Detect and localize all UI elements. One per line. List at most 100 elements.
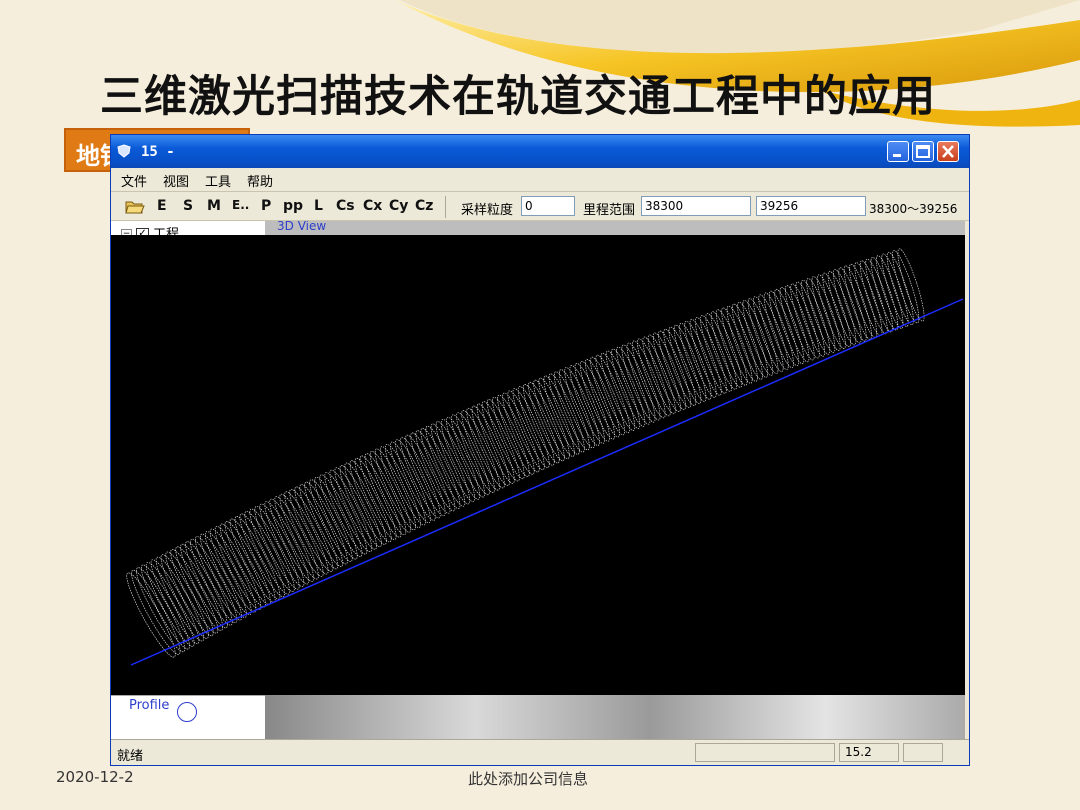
profile-circle-icon bbox=[177, 702, 197, 722]
tunnel-ring bbox=[689, 318, 722, 396]
tunnel-ring bbox=[461, 410, 500, 491]
tunnel-ring bbox=[694, 317, 727, 394]
menu-help[interactable]: 帮助 bbox=[247, 171, 273, 190]
tool-cz[interactable]: Cz bbox=[415, 198, 433, 214]
tool-cy[interactable]: Cy bbox=[389, 198, 408, 214]
tunnel-ring bbox=[833, 269, 862, 344]
app-shield-icon bbox=[117, 144, 131, 158]
tunnel-ring bbox=[415, 430, 456, 512]
slide-title: 三维激光扫描技术在轨道交通工程中的应用 bbox=[100, 72, 936, 122]
close-icon bbox=[942, 145, 954, 158]
tunnel-ring bbox=[849, 263, 878, 338]
alignment-axis-line bbox=[130, 298, 964, 666]
tunnel-ring bbox=[229, 518, 276, 603]
tunnel-ring bbox=[811, 276, 841, 351]
tunnel-ring bbox=[466, 407, 505, 489]
view-label: 3D View bbox=[277, 221, 327, 233]
tunnel-ring bbox=[239, 513, 286, 598]
tunnel-ring bbox=[369, 450, 412, 533]
open-folder-icon[interactable] bbox=[125, 197, 145, 215]
mileage-start-input[interactable]: 38300 bbox=[641, 196, 751, 216]
minimize-icon bbox=[893, 154, 901, 157]
tunnel-ring bbox=[710, 311, 743, 388]
tunnel-ring bbox=[684, 320, 717, 398]
tunnel-ring bbox=[456, 412, 495, 493]
tunnel-ring bbox=[632, 340, 666, 419]
footer-date: 2020-12-2 bbox=[56, 768, 134, 786]
tunnel-ring bbox=[294, 486, 339, 570]
sampling-label: 采样粒度 bbox=[461, 203, 514, 218]
3d-viewport[interactable] bbox=[111, 235, 965, 695]
toolbar: E S M E.. P pp L Cs Cx Cy Cz 采样粒度 0 里程范围… bbox=[111, 191, 969, 221]
tunnel-ring bbox=[180, 543, 228, 629]
sampling-input[interactable]: 0 bbox=[521, 196, 575, 216]
tunnel-ring bbox=[354, 457, 397, 540]
status-cell bbox=[695, 743, 835, 762]
tunnel-ring bbox=[801, 279, 831, 355]
tunnel-ring bbox=[446, 416, 485, 498]
tunnel-ring bbox=[334, 467, 377, 550]
tunnel-ring bbox=[379, 446, 421, 528]
tool-l[interactable]: L bbox=[314, 198, 323, 214]
tunnel-ring bbox=[309, 479, 353, 562]
status-bar: 就绪 15.2 bbox=[111, 739, 969, 765]
menu-tools[interactable]: 工具 bbox=[205, 171, 231, 190]
tool-s[interactable]: S bbox=[183, 198, 193, 214]
point-cloud-strip-bottom bbox=[265, 695, 965, 739]
tunnel-ring bbox=[543, 375, 580, 455]
tunnel-ring bbox=[209, 528, 257, 613]
tunnel-ring bbox=[451, 414, 490, 496]
close-button[interactable] bbox=[937, 141, 959, 162]
tunnel-ring bbox=[374, 448, 416, 531]
tool-e-axis[interactable]: E.. bbox=[232, 198, 249, 212]
tunnel-ring bbox=[319, 474, 363, 557]
tunnel-ring bbox=[705, 313, 738, 390]
menu-view[interactable]: 视图 bbox=[163, 171, 189, 190]
tunnel-ring bbox=[827, 270, 857, 346]
tunnel-ring bbox=[204, 531, 252, 616]
tunnel-ring bbox=[384, 443, 426, 526]
tunnel-ring bbox=[175, 546, 224, 631]
tunnel-ring bbox=[700, 315, 733, 392]
tunnel-ring bbox=[224, 521, 271, 605]
tunnel-ring bbox=[410, 432, 451, 514]
tunnel-ring bbox=[200, 533, 247, 618]
profile-panel: Profile bbox=[111, 695, 265, 740]
tunnel-ring bbox=[626, 342, 661, 421]
status-zoom: 15.2 bbox=[845, 745, 872, 759]
tunnel-ring bbox=[621, 344, 656, 423]
tunnel-ring bbox=[679, 322, 712, 400]
tunnel-ring bbox=[304, 481, 348, 565]
mileage-range-text: 38300～39256 bbox=[869, 202, 958, 216]
tool-cx[interactable]: Cx bbox=[363, 198, 382, 214]
profile-label: Profile bbox=[129, 698, 170, 713]
tool-p[interactable]: P bbox=[261, 198, 271, 214]
tunnel-ring bbox=[234, 516, 281, 600]
tunnel-ring bbox=[822, 272, 852, 348]
tool-e[interactable]: E bbox=[157, 198, 167, 214]
tunnel-ring bbox=[329, 469, 373, 553]
mileage-end-input[interactable]: 39256 bbox=[756, 196, 866, 216]
window-titlebar[interactable]: 15 - bbox=[111, 135, 969, 168]
tool-cs[interactable]: Cs bbox=[336, 198, 355, 214]
tunnel-ring bbox=[194, 536, 243, 621]
tunnel-ring bbox=[359, 455, 402, 538]
tunnel-ring bbox=[806, 278, 836, 353]
tunnel-ring bbox=[390, 441, 431, 524]
status-cell bbox=[903, 743, 943, 762]
menu-file[interactable]: 文件 bbox=[121, 171, 147, 190]
tool-m[interactable]: M bbox=[207, 198, 221, 214]
tunnel-ring bbox=[324, 472, 368, 555]
tunnel-ring bbox=[715, 309, 748, 386]
tunnel-ring bbox=[838, 267, 867, 342]
tunnel-ring bbox=[538, 377, 575, 457]
toolbar-separator bbox=[445, 196, 446, 218]
tool-pp[interactable]: pp bbox=[283, 198, 303, 214]
status-text: 就绪 bbox=[117, 749, 144, 764]
tunnel-ring bbox=[405, 434, 446, 517]
minimize-button[interactable] bbox=[887, 141, 909, 162]
maximize-button[interactable] bbox=[912, 141, 934, 162]
tunnel-ring bbox=[299, 484, 343, 567]
app-window: 15 - 文件 视图 工具 帮助 E S M E.. P pp L Cs Cx … bbox=[110, 134, 970, 766]
tunnel-ring bbox=[817, 274, 846, 349]
